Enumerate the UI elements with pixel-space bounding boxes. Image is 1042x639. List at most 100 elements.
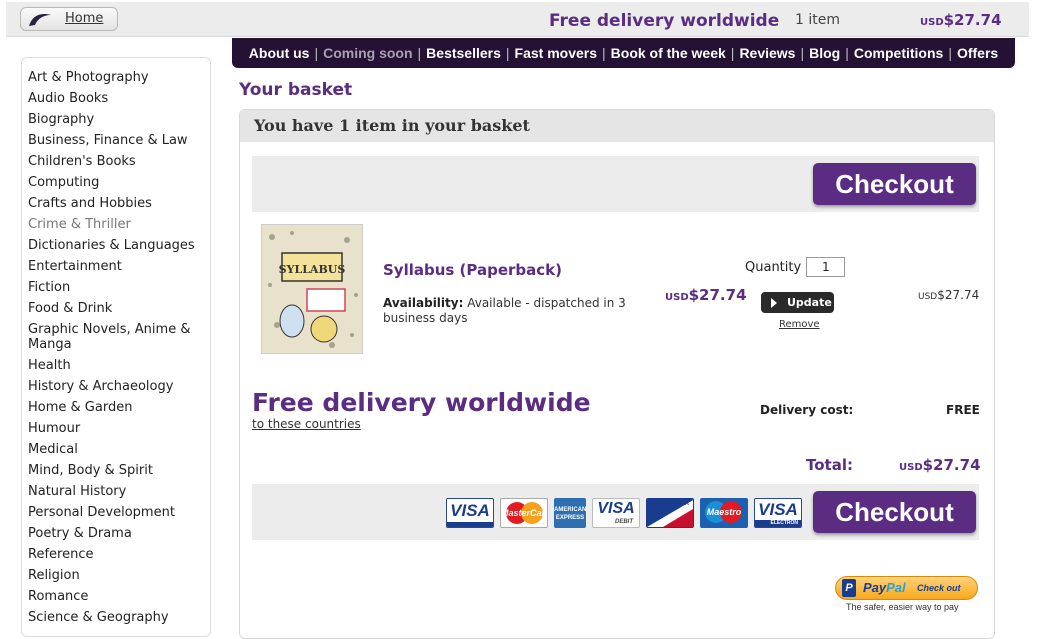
nav-book-of-the-week[interactable]: Book of the week xyxy=(611,45,726,61)
nav-bestsellers[interactable]: Bestsellers xyxy=(426,45,501,61)
basket-total[interactable]: USD$27.74 xyxy=(920,11,1002,29)
mastercard-text: MasterCard xyxy=(501,508,548,518)
mastercard-icon: MasterCard xyxy=(500,498,548,528)
line-total-amount: $27.74 xyxy=(937,288,980,302)
cover-title-text: SYLLABUS xyxy=(279,263,346,276)
nav-reviews[interactable]: Reviews xyxy=(739,45,795,61)
currency-code: USD xyxy=(899,462,923,473)
nav-separator: | xyxy=(314,45,319,61)
sidebar-item-graphic-novels[interactable]: Graphic Novels, Anime & Manga xyxy=(28,322,210,352)
checkout-button[interactable]: Checkout xyxy=(813,163,976,205)
nav-separator: | xyxy=(505,45,510,61)
sidebar-item-art-photography[interactable]: Art & Photography xyxy=(28,70,210,85)
amex-card-icon: AMERICAN EXPRESS xyxy=(554,498,586,528)
sidebar-item-personal-development[interactable]: Personal Development xyxy=(28,505,210,520)
maestro-text: Maestro xyxy=(706,507,742,517)
nav-separator: | xyxy=(948,45,952,61)
update-label: Update xyxy=(787,296,832,309)
basket-header: You have 1 item in your basket xyxy=(240,110,994,142)
sidebar-item-humour[interactable]: Humour xyxy=(28,421,210,436)
visa-debit-sub: DEBIT xyxy=(615,519,633,525)
sidebar-item-poetry-drama[interactable]: Poetry & Drama xyxy=(28,526,210,541)
basket-item-count[interactable]: 1 item xyxy=(795,12,840,28)
sidebar-item-medical[interactable]: Medical xyxy=(28,442,210,457)
sidebar-item-biography[interactable]: Biography xyxy=(28,112,210,127)
sidebar-item-crime-thriller[interactable]: Crime & Thriller xyxy=(28,217,210,232)
basket-panel: You have 1 item in your basket Checkout … xyxy=(239,109,995,639)
sidebar-item-crafts-hobbies[interactable]: Crafts and Hobbies xyxy=(28,196,210,211)
visa-electron-sub: ELECTRON xyxy=(770,520,799,526)
sidebar-item-dictionaries-languages[interactable]: Dictionaries & Languages xyxy=(28,238,210,253)
line-total: USD$27.74 xyxy=(918,288,979,302)
visa-electron-text: VISA xyxy=(758,500,798,519)
nav-separator: | xyxy=(800,45,805,61)
nav-separator: | xyxy=(417,45,422,61)
sidebar-item-entertainment[interactable]: Entertainment xyxy=(28,259,210,274)
nav-separator: | xyxy=(602,45,606,61)
sidebar-item-fiction[interactable]: Fiction xyxy=(28,280,210,295)
total-amount: $27.74 xyxy=(922,456,981,474)
currency-code: USD xyxy=(665,292,689,303)
sidebar-item-home-garden[interactable]: Home & Garden xyxy=(28,400,210,415)
book-cover-art: SYLLABUS xyxy=(262,225,362,353)
update-button[interactable]: Update xyxy=(761,292,834,313)
sidebar-item-computing[interactable]: Computing xyxy=(28,175,210,190)
visa-text: VISA xyxy=(450,501,490,520)
product-title-link[interactable]: Syllabus (Paperback) xyxy=(383,261,562,279)
paypal-checkout-button[interactable]: P PayPal Check out xyxy=(835,576,978,600)
sidebar-item-health[interactable]: Health xyxy=(28,358,210,373)
page-title: Your basket xyxy=(239,80,353,100)
sidebar-item-audio-books[interactable]: Audio Books xyxy=(28,91,210,106)
nav-competitions[interactable]: Competitions xyxy=(854,45,943,61)
nav-about-us[interactable]: About us xyxy=(249,45,310,61)
availability-text: Availability: Available - dispatched in … xyxy=(383,296,633,326)
free-delivery-banner: Free delivery worldwide xyxy=(549,11,780,31)
total-label: Total: xyxy=(806,456,853,474)
sidebar-item-natural-history[interactable]: Natural History xyxy=(28,484,210,499)
paypal-pal: Pal xyxy=(886,580,906,595)
bird-logo-icon xyxy=(29,14,51,26)
remove-link[interactable]: Remove xyxy=(779,319,820,330)
sidebar-item-religion[interactable]: Religion xyxy=(28,568,210,583)
sidebar-item-history-archaeology[interactable]: History & Archaeology xyxy=(28,379,210,394)
delivery-countries-link[interactable]: to these countries xyxy=(252,417,361,431)
paypal-caption: The safer, easier way to pay xyxy=(846,602,959,612)
visa-card-icon: VISA xyxy=(446,498,494,528)
nav-offers[interactable]: Offers xyxy=(957,45,998,61)
visa-debit-text: VISA xyxy=(597,500,635,517)
sidebar-item-business-finance-law[interactable]: Business, Finance & Law xyxy=(28,133,210,148)
sidebar-item-childrens-books[interactable]: Children's Books xyxy=(28,154,210,169)
paypal-checkout-text: Check out xyxy=(917,583,961,593)
nav-coming-soon[interactable]: Coming soon xyxy=(323,45,412,61)
category-sidebar: Art & Photography Audio Books Biography … xyxy=(21,57,211,637)
payment-cards: VISA MasterCard AMERICAN EXPRESS VISA DEB… xyxy=(446,498,802,528)
sidebar-item-reference[interactable]: Reference xyxy=(28,547,210,562)
nav-separator: | xyxy=(730,45,735,61)
basket-total-amount: $27.74 xyxy=(943,11,1002,29)
play-arrow-icon xyxy=(771,298,777,308)
nav-separator: | xyxy=(845,45,849,61)
currency-code: USD xyxy=(920,17,944,28)
nav-fast-movers[interactable]: Fast movers xyxy=(515,45,597,61)
checkout-button-bottom[interactable]: Checkout xyxy=(813,491,976,533)
total-value: USD$27.74 xyxy=(899,456,981,474)
sidebar-item-mind-body-spirit[interactable]: Mind, Body & Spirit xyxy=(28,463,210,478)
visa-debit-icon: VISA DEBIT xyxy=(592,498,640,528)
delivery-cost-label: Delivery cost: xyxy=(760,403,854,417)
currency-code: USD xyxy=(918,292,938,302)
sidebar-item-food-drink[interactable]: Food & Drink xyxy=(28,301,210,316)
paypal-icon: P xyxy=(842,579,856,597)
nav-blog[interactable]: Blog xyxy=(809,45,840,61)
checkout-band-bottom: VISA MasterCard AMERICAN EXPRESS VISA DEB… xyxy=(252,484,979,540)
book-cover-image[interactable]: SYLLABUS xyxy=(261,224,363,354)
main-nav: About us | Coming soon | Bestsellers | Fast… xyxy=(232,38,1015,68)
checkout-band-top: Checkout xyxy=(252,156,979,212)
home-label[interactable]: Home xyxy=(65,11,103,26)
delivery-cost-value: FREE xyxy=(946,403,980,417)
amex-text: AMERICAN EXPRESS xyxy=(554,507,586,521)
maestro-card-icon: Maestro xyxy=(700,498,748,528)
sidebar-item-science-geography[interactable]: Science & Geography xyxy=(28,610,210,625)
quantity-input[interactable]: 1 xyxy=(806,257,845,277)
sidebar-item-romance[interactable]: Romance xyxy=(28,589,210,604)
home-button[interactable]: Home xyxy=(20,7,118,31)
